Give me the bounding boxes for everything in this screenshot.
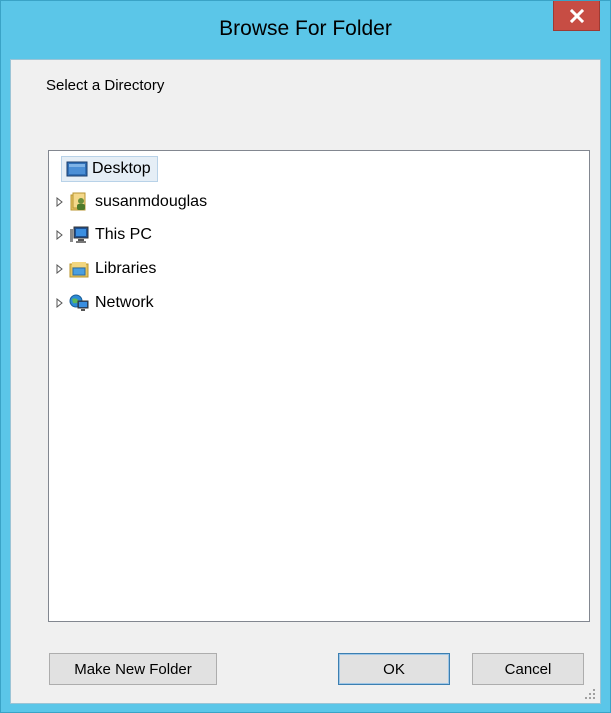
computer-icon — [69, 225, 89, 245]
expand-arrow-icon[interactable] — [55, 264, 65, 274]
tree-item-desktop[interactable]: Desktop — [61, 156, 158, 182]
cancel-button[interactable]: Cancel — [472, 653, 584, 685]
folder-tree[interactable]: Desktop susanmdouglas This PC Libraries … — [48, 150, 590, 622]
user-folder-icon — [69, 192, 89, 212]
browse-for-folder-dialog: Browse For Folder Select a Directory Des… — [0, 0, 611, 713]
tree-item-user[interactable]: susanmdouglas — [55, 189, 207, 215]
libraries-icon — [69, 259, 89, 279]
tree-item-label: Network — [95, 294, 154, 311]
close-icon — [569, 8, 584, 23]
prompt-text: Select a Directory — [46, 77, 165, 94]
tree-item-label: Desktop — [92, 160, 151, 177]
dialog-body: Select a Directory Desktop susanmdouglas… — [10, 59, 601, 704]
title-bar[interactable]: Browse For Folder — [1, 1, 610, 59]
expand-arrow-icon[interactable] — [55, 197, 65, 207]
resize-grip-icon[interactable] — [584, 687, 596, 699]
make-new-folder-button[interactable]: Make New Folder — [49, 653, 217, 685]
close-button[interactable] — [553, 1, 600, 31]
ok-button[interactable]: OK — [338, 653, 450, 685]
tree-item-network[interactable]: Network — [55, 290, 154, 316]
tree-item-label: susanmdouglas — [95, 193, 208, 210]
tree-item-label: This PC — [95, 226, 152, 243]
desktop-icon — [66, 159, 88, 179]
expand-arrow-icon[interactable] — [55, 230, 65, 240]
expand-arrow-icon[interactable] — [55, 298, 65, 308]
tree-item-this-pc[interactable]: This PC — [55, 222, 152, 248]
tree-item-label: Libraries — [95, 260, 157, 277]
network-icon — [69, 293, 89, 313]
tree-item-libraries[interactable]: Libraries — [55, 256, 156, 282]
window-title: Browse For Folder — [219, 17, 392, 40]
